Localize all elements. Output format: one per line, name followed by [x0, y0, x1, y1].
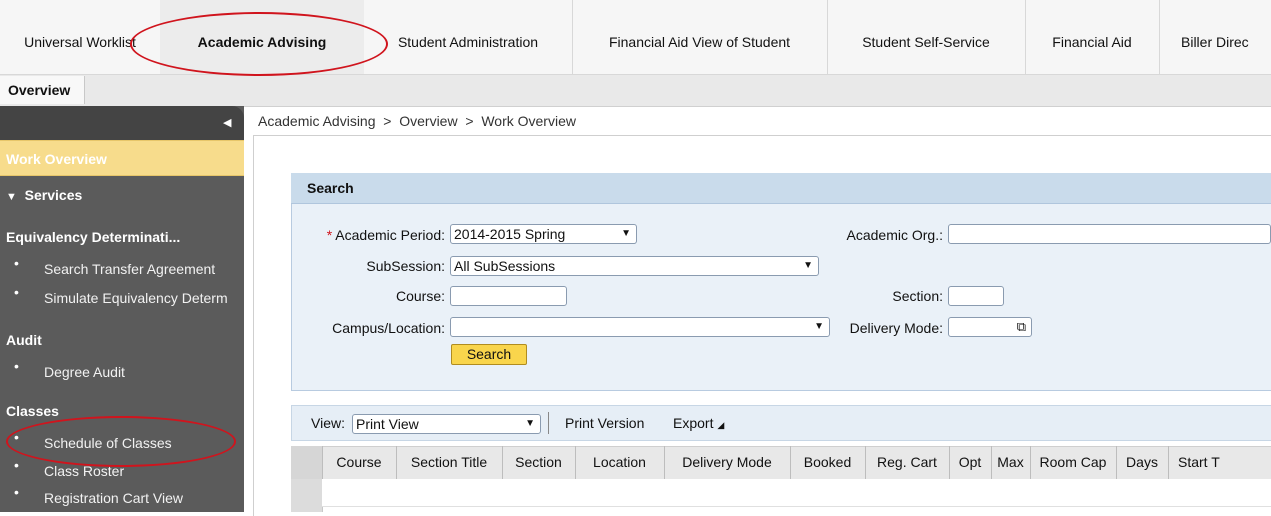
tab-financial-aid-view-of-student[interactable]: Financial Aid View of Student [572, 0, 828, 84]
bullet-icon: • [14, 284, 19, 300]
sidebar-item-label: Search Transfer Agreement [44, 261, 216, 277]
course-input[interactable] [450, 286, 567, 306]
subsession-select[interactable]: All SubSessions ▼ [450, 256, 819, 276]
annotation-oval-schedule-of-classes [6, 416, 236, 467]
annotation-oval-academic-advising [130, 12, 388, 76]
academic-period-value: 2014-2015 Spring [454, 226, 566, 242]
section-input[interactable] [948, 286, 1004, 306]
value-help-icon[interactable]: ⧉ [1017, 318, 1026, 336]
col-booked[interactable]: Booked [790, 446, 866, 479]
sidebar-item-label: Degree Audit [44, 364, 125, 380]
search-panel-header [291, 173, 1271, 204]
sidebar-item-work-overview[interactable]: Work Overview [0, 140, 244, 176]
tab-label: Financial Aid View of Student [608, 34, 791, 50]
search-panel [291, 173, 1271, 391]
row-selector[interactable] [291, 479, 323, 512]
academic-period-label-text: Academic Period: [335, 227, 445, 243]
tab-label: Student Administration [397, 34, 539, 50]
view-label: View: [311, 415, 345, 431]
tab-biller-direct[interactable]: Biller Direc [1159, 0, 1271, 84]
tab-label: Student Self-Service [862, 34, 990, 50]
sub-navigation [0, 74, 1271, 107]
sidebar-item-registration-cart-view[interactable]: • Registration Cart View [0, 484, 244, 512]
dropdown-arrow-icon: ▼ [525, 418, 535, 429]
bullet-icon: • [14, 358, 19, 374]
toolbar-divider [548, 412, 549, 434]
sidebar-item-search-transfer-agreement[interactable]: • Search Transfer Agreement [0, 255, 244, 283]
col-room-cap[interactable]: Room Cap [1030, 446, 1117, 479]
sidebar-item-label: Registration Cart View [44, 490, 184, 506]
campus-location-select[interactable]: ▼ [450, 317, 830, 337]
col-delivery-mode[interactable]: Delivery Mode [664, 446, 791, 479]
dropdown-arrow-icon: ▼ [621, 228, 631, 239]
col-section[interactable]: Section [502, 446, 576, 479]
sidebar-section-audit: Audit [6, 332, 42, 348]
print-version-button[interactable]: Print Version [565, 415, 644, 431]
search-button[interactable]: Search [451, 344, 527, 365]
section-label: Section: [892, 288, 943, 304]
table-row[interactable] [322, 479, 1271, 507]
sidebar-item-label: Simulate Equivalency Determ [44, 290, 228, 306]
col-course[interactable]: Course [322, 446, 397, 479]
view-select[interactable]: Print View ▼ [352, 414, 541, 434]
col-opt[interactable]: Opt [949, 446, 992, 479]
sidebar-item-simulate-equivalency[interactable]: • Simulate Equivalency Determ [0, 284, 244, 312]
academic-org-label: Academic Org.: [846, 227, 943, 243]
academic-period-select[interactable]: 2014-2015 Spring ▼ [450, 224, 637, 244]
tab-label: Universal Worklist [24, 34, 136, 50]
breadcrumb: Academic Advising > Overview > Work Over… [258, 113, 576, 129]
tab-financial-aid[interactable]: Financial Aid [1025, 0, 1160, 84]
triangle-icon: ◢ [717, 420, 725, 430]
subsession-value: All SubSessions [454, 258, 556, 274]
course-label: Course: [395, 288, 445, 304]
tab-student-self-service[interactable]: Student Self-Service [827, 0, 1026, 84]
dropdown-arrow-icon: ▼ [803, 260, 813, 271]
chevron-down-icon: ▼ [6, 191, 17, 203]
sidebar-header [0, 106, 244, 140]
delivery-mode-input[interactable]: ⧉ [948, 317, 1032, 337]
bullet-icon: • [14, 484, 19, 500]
view-value: Print View [356, 416, 419, 432]
export-label: Export [673, 415, 714, 431]
tab-label: Financial Aid [1052, 34, 1132, 50]
required-marker: * [326, 227, 333, 243]
sidebar-services-toggle[interactable]: ▼ Services [6, 187, 82, 203]
col-start-time[interactable]: Start T [1168, 446, 1271, 479]
sidebar-item-degree-audit[interactable]: • Degree Audit [0, 358, 244, 386]
bullet-icon: • [14, 457, 19, 473]
campus-location-label: Campus/Location: [332, 320, 445, 336]
delivery-mode-label: Delivery Mode: [849, 320, 943, 336]
bullet-icon: • [14, 255, 19, 271]
sidebar-section-equivalency: Equivalency Determinati... [6, 229, 181, 245]
subtab-overview[interactable]: Overview [0, 76, 86, 104]
col-max[interactable]: Max [991, 446, 1031, 479]
col-reg-cart[interactable]: Reg. Cart [865, 446, 950, 479]
collapse-sidebar-icon[interactable]: ◀ [223, 116, 231, 129]
sidebar-services-label: Services [24, 187, 83, 203]
export-button[interactable]: Export ◢ [673, 415, 724, 431]
academic-period-label: * Academic Period: [300, 227, 445, 243]
tab-label: Biller Direc [1181, 34, 1249, 50]
col-days[interactable]: Days [1116, 446, 1169, 479]
select-all-cell[interactable] [291, 446, 323, 479]
academic-org-input[interactable] [948, 224, 1271, 244]
tab-student-administration[interactable]: Student Administration [364, 0, 573, 84]
col-section-title[interactable]: Section Title [396, 446, 503, 479]
search-panel-title: Search [307, 180, 354, 196]
subsession-label: SubSession: [366, 258, 445, 274]
sidebar-section-classes: Classes [6, 403, 59, 419]
col-location[interactable]: Location [575, 446, 665, 479]
